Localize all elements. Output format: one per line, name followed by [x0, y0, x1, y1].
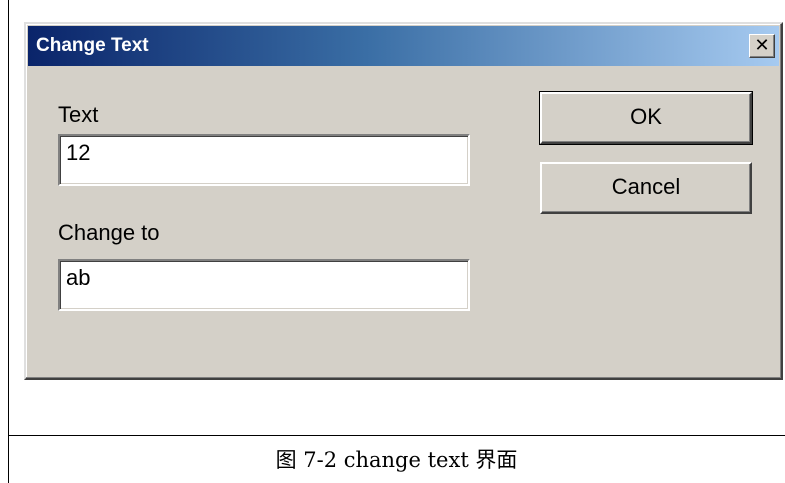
- change-text-dialog: Change Text ✕ Text 12 Change to ab OK Ca…: [24, 22, 783, 380]
- figure-caption: 图 7-2 change text 界面: [275, 448, 518, 472]
- ok-button[interactable]: OK: [539, 91, 753, 145]
- change-to-label: Change to: [58, 220, 160, 245]
- text-input[interactable]: 12: [58, 134, 470, 186]
- close-button[interactable]: ✕: [749, 34, 775, 58]
- dialog-titlebar[interactable]: Change Text ✕: [28, 26, 779, 66]
- change-to-input[interactable]: ab: [58, 259, 470, 311]
- document-divider: [8, 435, 785, 436]
- document-frame-line: [8, 0, 9, 483]
- close-icon: ✕: [754, 35, 770, 55]
- text-label: Text: [58, 102, 99, 127]
- dialog-title: Change Text: [36, 35, 149, 56]
- cancel-button[interactable]: Cancel: [540, 162, 752, 214]
